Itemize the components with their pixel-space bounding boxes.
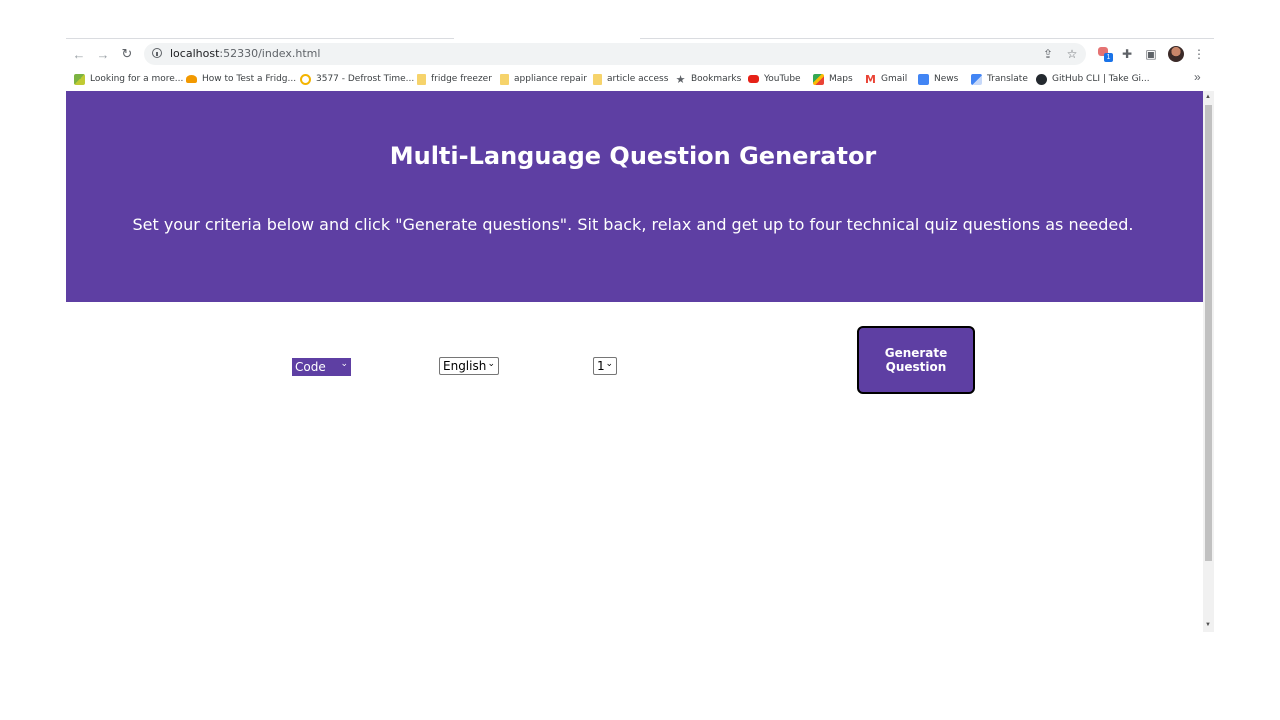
bookmark-item[interactable]: How to Test a Fridg... [186,71,296,87]
folder-icon [500,73,509,85]
star-icon: ★ [675,72,686,86]
page-subtitle: Set your criteria below and click "Gener… [132,215,1134,234]
chevron-down-icon: ⌄ [340,359,348,369]
bookmark-folder[interactable]: article access [593,71,668,87]
bookmark-item[interactable]: M Gmail [865,71,907,87]
puzzle-extensions-icon[interactable]: ✚ [1118,45,1136,63]
maps-icon [813,73,824,85]
category-select-value: Code [295,360,326,374]
share-icon[interactable]: ⇪ [1040,46,1056,62]
scrollbar-thumb[interactable] [1205,105,1212,561]
vertical-scrollbar[interactable]: ▲ ▼ [1203,91,1214,632]
bookmark-item[interactable]: ★ Bookmarks [675,71,742,87]
bookmark-item[interactable]: 3577 - Defrost Time... [300,71,414,87]
folder-icon [417,73,426,85]
back-arrow-icon[interactable]: ← [70,45,88,63]
category-select[interactable]: Code ⌄ [292,358,351,376]
bookmark-folder[interactable]: fridge freezer [417,71,492,87]
page-viewport: Multi-Language Question Generator Set yo… [66,91,1203,632]
reload-icon[interactable]: ↻ [118,45,136,63]
bookmark-item[interactable]: Looking for a more... [74,71,183,87]
bookmark-item[interactable]: News [918,71,958,87]
bookmark-item[interactable]: Maps [813,71,853,87]
page-title: Multi-Language Question Generator [389,142,877,170]
bookmark-item[interactable]: Translate [971,71,1028,87]
extension-icon[interactable]: 1 [1098,46,1114,62]
bookmark-star-icon[interactable]: ☆ [1064,46,1080,62]
scroll-up-arrow-icon[interactable]: ▲ [1205,94,1211,100]
question-count-select[interactable]: 1 ⌄ [593,357,617,375]
bookmark-item[interactable]: GitHub CLI | Take Gi... [1036,71,1150,87]
generate-question-button[interactable]: Generate Question [857,326,975,394]
chevron-down-icon: ⌄ [487,359,495,369]
ring-icon [300,73,311,85]
question-count-value: 1 [597,359,605,373]
bookmark-folder[interactable]: appliance repair [500,71,587,87]
tabstrip-border [66,38,1214,39]
more-bookmarks-icon[interactable]: » [1194,70,1201,84]
address-bar[interactable]: localhost:52330/index.html ⇪ ☆ [144,43,1086,65]
scroll-down-arrow-icon[interactable]: ▼ [1205,622,1211,628]
youtube-icon [748,75,759,83]
news-icon [918,73,929,85]
bookmarks-bar: Looking for a more... How to Test a Frid… [66,68,1214,90]
side-panel-icon[interactable]: ▣ [1142,45,1160,63]
translate-icon [971,73,982,85]
folder-icon [593,73,602,85]
header-banner: Multi-Language Question Generator Set yo… [66,91,1203,302]
green-leaf-icon [74,73,85,85]
browser-toolbar: ← → ↻ localhost:52330/index.html ⇪ ☆ 1 ✚… [66,40,1214,68]
kebab-menu-icon[interactable]: ⋮ [1190,45,1208,63]
bookmark-item[interactable]: YouTube [748,71,801,87]
github-icon [1036,73,1047,85]
forward-arrow-icon[interactable]: → [94,45,112,63]
chevron-down-icon: ⌄ [605,359,613,369]
url-text: localhost:52330/index.html [170,47,321,60]
profile-avatar[interactable] [1168,46,1184,62]
gmail-icon: M [865,72,876,86]
browser-window: ← → ↻ localhost:52330/index.html ⇪ ☆ 1 ✚… [66,38,1214,632]
orange-hat-icon [186,75,197,83]
language-select[interactable]: English ⌄ [439,357,499,375]
site-info-icon[interactable] [152,48,162,58]
language-select-value: English [443,359,487,373]
